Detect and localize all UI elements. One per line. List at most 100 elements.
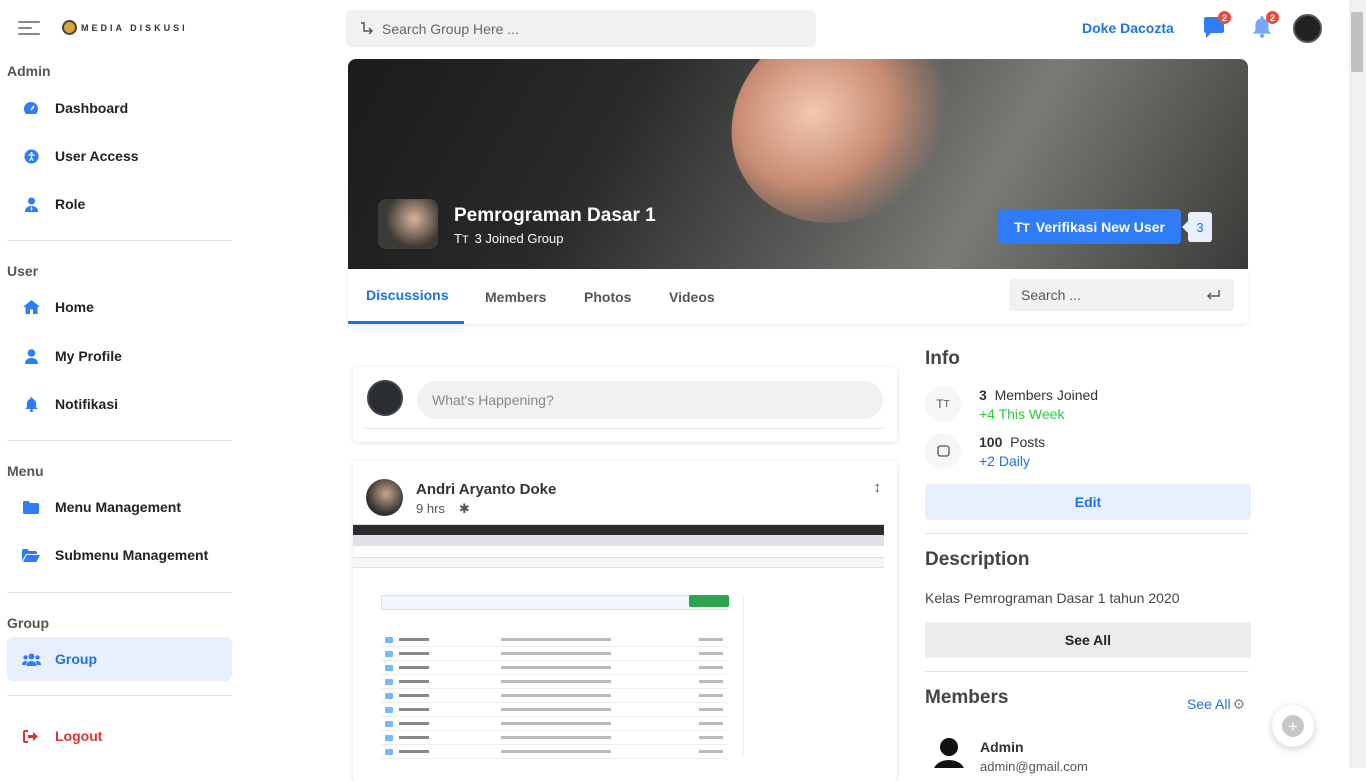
screenshot-row <box>381 717 727 731</box>
return-arrow-icon <box>1206 287 1220 303</box>
screenshot-row <box>381 661 727 675</box>
sidebar-item-menu-management[interactable]: Menu Management <box>7 485 232 529</box>
tab-search-placeholder: Search ... <box>1021 287 1081 303</box>
search-placeholder: Search Group Here ... <box>382 20 519 37</box>
description-text: Kelas Pemrograman Dasar 1 tahun 2020 <box>925 590 1180 606</box>
tab-members[interactable]: Members <box>485 269 546 324</box>
sidebar-item-label: Dashboard <box>55 100 129 116</box>
screenshot-about-panel <box>743 595 843 755</box>
logo[interactable]: MEDIA DISKUSI <box>62 20 188 35</box>
sidebar-item-label: Notifikasi <box>55 396 119 412</box>
posts-stat: 100 Posts <box>979 434 1045 450</box>
page-scrollbar[interactable] <box>1349 0 1366 768</box>
post-image[interactable] <box>353 524 884 769</box>
screenshot-row <box>381 745 727 759</box>
folder-icon <box>7 500 55 514</box>
brand: MEDIA DISKUSI <box>18 20 188 35</box>
sort-icon[interactable]: ↕ <box>874 479 882 496</box>
verify-label: Verifikasi New User <box>1035 218 1165 235</box>
sidebar-item-home[interactable]: Home <box>7 285 232 329</box>
whats-happening-input[interactable]: What's Happening? <box>417 381 883 419</box>
posts-count: 100 <box>979 434 1003 450</box>
members-see-all-link[interactable]: See All ⚙ <box>1187 696 1245 713</box>
group-search-input[interactable]: Search Group Here ... <box>346 10 816 47</box>
screenshot-address-bar <box>353 546 884 558</box>
globe-icon: ✱ <box>458 501 470 516</box>
group-avatar <box>378 199 438 249</box>
sidebar-item-my-profile[interactable]: My Profile <box>7 334 232 378</box>
edit-button[interactable]: Edit <box>925 484 1251 520</box>
screenshot-os-bar <box>353 525 884 535</box>
sidebar-divider <box>7 695 232 696</box>
post-author-avatar[interactable] <box>366 479 403 516</box>
members-joined-stat: 3 Members Joined <box>979 387 1098 403</box>
screenshot-bookmarks-bar <box>353 558 884 568</box>
post-card: Andri Aryanto Doke 9 hrs ✱ ↕ <box>353 461 897 781</box>
verify-new-user-button[interactable]: TT Verifikasi New User <box>998 209 1181 244</box>
sidebar-item-label: Group <box>55 651 97 667</box>
composer-divider <box>365 428 883 429</box>
text-size-icon: TT <box>1014 218 1030 235</box>
screenshot-row <box>381 689 727 703</box>
description-see-all-button[interactable]: See All <box>925 622 1251 658</box>
description-title: Description <box>925 549 1030 570</box>
bell-icon <box>7 396 55 412</box>
sidebar: MEDIA DISKUSI Admin Dashboard User Acces… <box>0 0 240 768</box>
group-joined-count: TT 3 Joined Group <box>454 231 563 246</box>
group-title: Pemrograman Dasar 1 <box>454 205 656 226</box>
accessibility-icon <box>7 148 55 164</box>
screenshot-row <box>381 647 727 661</box>
screenshot-commit-bar <box>381 595 727 610</box>
members-weekly: +4 This Week <box>979 406 1065 422</box>
tab-discussions[interactable]: Discussions <box>348 269 464 324</box>
verify-count-badge: 3 <box>1182 212 1212 242</box>
add-floating-button[interactable]: + <box>1272 705 1314 747</box>
tab-search-input[interactable]: Search ... <box>1009 279 1234 311</box>
plus-icon: + <box>1282 715 1304 737</box>
member-avatar[interactable] <box>932 737 966 768</box>
composer-avatar <box>367 380 403 416</box>
scrollbar-thumb[interactable] <box>1351 12 1363 72</box>
post-meta: 9 hrs ✱ <box>416 501 470 517</box>
screenshot-tabs-bar <box>353 535 884 546</box>
user-avatar[interactable] <box>1293 14 1322 43</box>
tab-videos[interactable]: Videos <box>669 269 715 324</box>
home-icon <box>7 300 55 314</box>
folder-open-icon <box>7 548 55 562</box>
post-time: 9 hrs <box>416 501 445 516</box>
sidebar-item-label: Role <box>55 196 86 212</box>
sidebar-item-label: Menu Management <box>55 499 182 515</box>
sidebar-divider <box>7 592 232 593</box>
notifications-button[interactable]: 2 <box>1251 11 1279 39</box>
section-title-group: Group <box>7 615 49 631</box>
sidebar-item-logout[interactable]: Logout <box>7 714 232 758</box>
users-icon <box>7 653 55 666</box>
sidebar-item-label: Submenu Management <box>55 547 209 563</box>
post-author-name[interactable]: Andri Aryanto Doke <box>416 481 556 498</box>
logo-icon <box>62 20 77 35</box>
tab-photos[interactable]: Photos <box>584 269 631 324</box>
composer-placeholder: What's Happening? <box>432 392 554 408</box>
group-tabs: Discussions Members Photos Videos Search… <box>348 269 1248 324</box>
logout-label: Logout <box>55 728 103 744</box>
group-cover-image: Pemrograman Dasar 1 TT 3 Joined Group TT… <box>348 59 1248 269</box>
hamburger-menu-icon[interactable] <box>18 20 40 35</box>
sidebar-item-role[interactable]: Role <box>7 182 232 226</box>
user-icon <box>7 348 55 364</box>
sidebar-item-notifikasi[interactable]: Notifikasi <box>7 382 232 426</box>
sidebar-item-dashboard[interactable]: Dashboard <box>7 86 232 130</box>
messages-button[interactable]: 2 <box>1203 11 1231 39</box>
info-title: Info <box>925 348 960 369</box>
member-name[interactable]: Admin <box>980 739 1024 755</box>
description-divider <box>925 671 1249 672</box>
cover-photo-detail <box>693 59 993 264</box>
members-title: Members <box>925 687 1009 708</box>
post-composer: What's Happening? <box>353 367 897 442</box>
username-link[interactable]: Doke Dacozta <box>1082 20 1174 36</box>
sidebar-item-user-access[interactable]: User Access <box>7 134 232 178</box>
screenshot-row <box>381 731 727 745</box>
sidebar-item-submenu-management[interactable]: Submenu Management <box>7 533 232 577</box>
sidebar-item-group[interactable]: Group <box>7 637 232 681</box>
text-size-icon: TT <box>925 386 961 422</box>
screenshot-row <box>381 633 727 647</box>
